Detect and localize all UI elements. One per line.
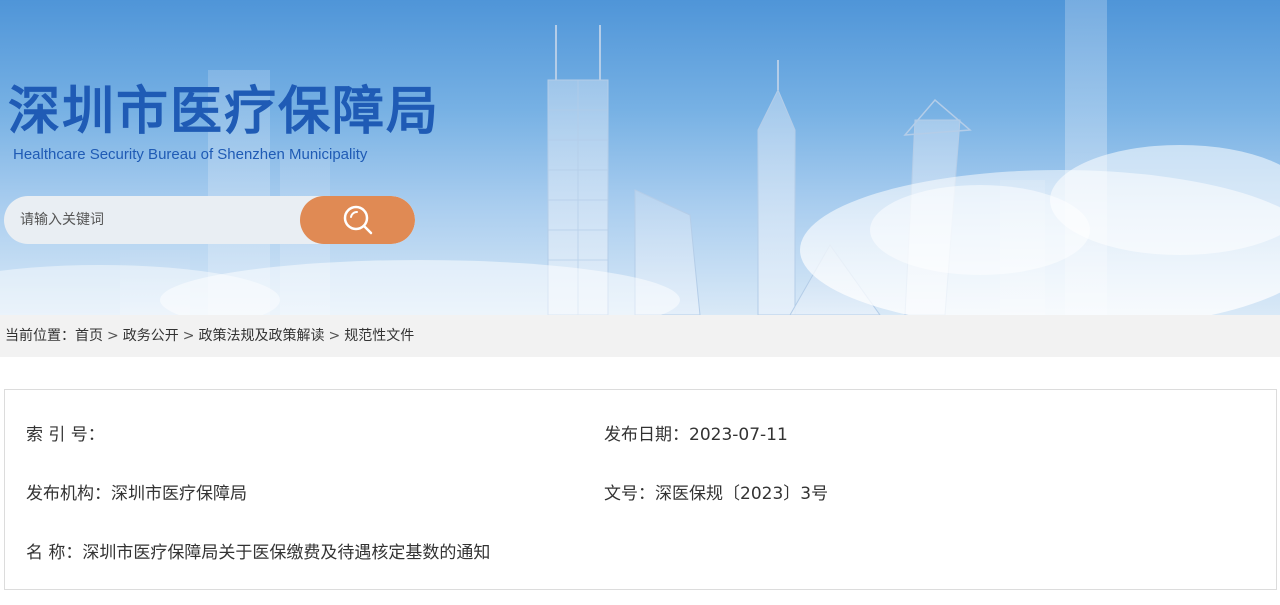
publisher-row: 发布机构：深圳市医疗保障局: [26, 479, 247, 504]
document-number-value: 深医保规〔2023〕3号: [655, 484, 829, 504]
document-name-value: 深圳市医疗保障局关于医保缴费及待遇核定基数的通知: [82, 543, 491, 563]
search-button[interactable]: [300, 196, 415, 244]
search-icon: [343, 205, 372, 235]
document-info-panel: 索 引 号： 发布日期：2023-07-11 发布机构：深圳市医疗保障局 文号：…: [4, 389, 1277, 590]
index-number-label: 索 引 号：: [26, 425, 105, 445]
breadcrumb-item-policies[interactable]: 政策法规及政策解读: [198, 328, 324, 344]
breadcrumb-separator: >: [328, 328, 341, 344]
document-name-row: 名 称：深圳市医疗保障局关于医保缴费及待遇核定基数的通知: [26, 538, 490, 563]
breadcrumb-separator: >: [107, 328, 119, 344]
publish-date-label: 发布日期：: [604, 425, 689, 445]
search-box: [4, 196, 415, 244]
document-number-label: 文号：: [604, 484, 655, 504]
site-title: 深圳市医疗保障局: [8, 82, 441, 142]
breadcrumb-item-normative-documents[interactable]: 规范性文件: [344, 328, 414, 344]
search-input[interactable]: [4, 196, 310, 244]
breadcrumb-item-home[interactable]: 首页: [75, 328, 103, 344]
publisher-value: 深圳市医疗保障局: [111, 484, 247, 504]
site-subtitle: Healthcare Security Bureau of Shenzhen M…: [13, 146, 368, 163]
breadcrumb: 当前位置：首页 > 政务公开 > 政策法规及政策解读 > 规范性文件: [0, 315, 1280, 357]
publish-date-value: 2023-07-11: [689, 425, 788, 445]
breadcrumb-item-government-affairs[interactable]: 政务公开: [123, 328, 179, 344]
document-name-label: 名 称：: [26, 543, 83, 563]
publish-date-row: 发布日期：2023-07-11: [604, 420, 788, 445]
header-banner: 深圳市医疗保障局 Healthcare Security Bureau of S…: [0, 0, 1280, 315]
publisher-label: 发布机构：: [26, 484, 111, 504]
breadcrumb-separator: >: [182, 328, 195, 344]
breadcrumb-prefix: 当前位置：: [5, 328, 75, 344]
document-number-row: 文号：深医保规〔2023〕3号: [604, 479, 828, 504]
index-number-row: 索 引 号：: [26, 420, 105, 445]
